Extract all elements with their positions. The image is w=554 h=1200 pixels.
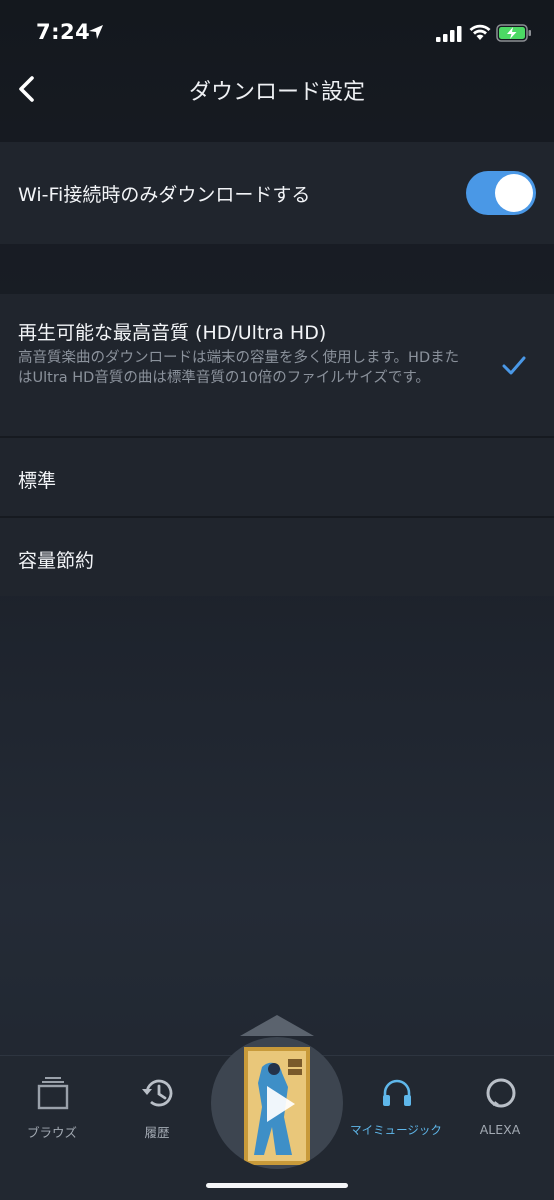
wifi-only-toggle[interactable] (466, 171, 536, 215)
page-title: ダウンロード設定 (188, 80, 365, 105)
toggle-knob (495, 174, 533, 212)
quality-option-title: 容量節約 (18, 550, 95, 572)
wifi-icon (469, 24, 491, 40)
navigation-bar: ダウンロード設定 (0, 64, 554, 114)
home-indicator (206, 1183, 348, 1188)
status-bar: 7:24 (0, 0, 554, 64)
tab-history[interactable]: 履歴 (107, 1056, 207, 1166)
play-icon (267, 1086, 295, 1122)
quality-option-highest[interactable]: 再生可能な最高音質 (HD/Ultra HD) 高音質楽曲のダウンロードは端末の… (0, 294, 554, 436)
tab-label: ALEXA (479, 1122, 521, 1137)
tab-alexa[interactable]: ALEXA (450, 1056, 550, 1166)
tab-browse[interactable]: ブラウズ (2, 1056, 102, 1166)
alexa-icon (486, 1078, 516, 1108)
quality-option-title: 標準 (18, 470, 57, 492)
location-arrow-icon (89, 25, 103, 39)
now-playing-button[interactable] (211, 1037, 343, 1169)
tab-label: 履歴 (144, 1125, 170, 1140)
battery-charging-icon (496, 24, 531, 42)
download-settings-screen: 7:24 ダウンロード設定 Wi-Fi接続時のみダウンロードする 再生可能な最高… (0, 0, 554, 1200)
tab-label: ブラウズ (26, 1125, 77, 1140)
tab-label: マイミュージック (350, 1123, 442, 1137)
wifi-only-label: Wi-Fi接続時のみダウンロードする (18, 184, 311, 206)
wifi-only-setting-row[interactable]: Wi-Fi接続時のみダウンロードする (0, 142, 554, 244)
expand-player-chevron-icon[interactable] (238, 1012, 316, 1038)
quality-option-description: 高音質楽曲のダウンロードは端末の容量を多く使用します。HDまたはUltra HD… (18, 350, 460, 386)
quality-option-title: 再生可能な最高音質 (HD/Ultra HD) (18, 322, 327, 344)
quality-option-standard[interactable]: 標準 (0, 438, 554, 516)
tab-my-music[interactable]: マイミュージック (346, 1056, 446, 1166)
quality-option-data-saver[interactable]: 容量節約 (0, 518, 554, 596)
history-icon (142, 1079, 173, 1107)
headphones-icon (383, 1079, 411, 1106)
checkmark-icon (502, 356, 526, 375)
status-time: 7:24 (36, 20, 91, 44)
cellular-signal-icon (436, 26, 462, 42)
browse-icon (37, 1077, 69, 1110)
